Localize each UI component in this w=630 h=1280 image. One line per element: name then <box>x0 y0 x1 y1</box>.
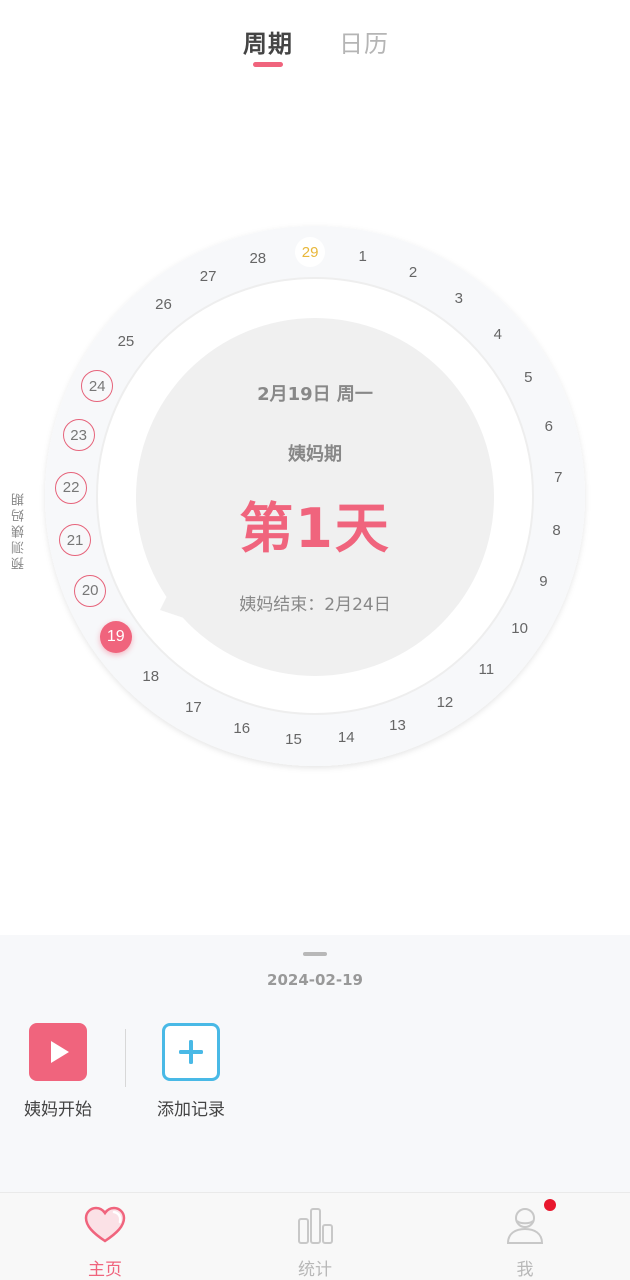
user-icon <box>506 1208 544 1244</box>
add-record-label: 添加记录 <box>157 1100 225 1120</box>
notification-dot <box>544 1199 556 1211</box>
nav-home-label: 主页 <box>88 1260 122 1280</box>
cycle-ring: 29 1 2 3 4 5 6 7 8 9 10 11 12 13 14 15 16 17 18 19 20 21 22 23 2… <box>0 0 630 900</box>
period-start-label: 姨妈开始 <box>24 1100 92 1120</box>
ring-day-16[interactable]: 16 <box>227 714 257 744</box>
drag-handle[interactable] <box>303 952 327 956</box>
bottom-navigation: 主页 统计 我 <box>0 1192 630 1280</box>
ring-day-22[interactable]: 22 <box>55 471 88 504</box>
bar-chart-icon <box>298 1208 333 1244</box>
ring-day-17[interactable]: 17 <box>178 693 208 723</box>
ring-day-8[interactable]: 8 <box>542 516 572 546</box>
nav-me-label: 我 <box>516 1260 534 1280</box>
ring-day-23[interactable]: 23 <box>62 419 95 452</box>
divider <box>125 1029 126 1087</box>
sheet-date: 2024-02-19 <box>267 971 363 989</box>
plus-icon <box>162 1023 220 1081</box>
center-summary: 2月19日 周一 姨妈期 第1天 姨妈结束：2月24日 <box>136 318 494 676</box>
ring-day-6[interactable]: 6 <box>534 411 564 441</box>
ring-day-12[interactable]: 12 <box>430 688 460 718</box>
add-record-button[interactable]: 添加记录 <box>141 1023 241 1120</box>
ring-day-20[interactable]: 20 <box>74 574 107 607</box>
period-start-button[interactable]: 姨妈开始 <box>8 1023 108 1120</box>
ring-day-14[interactable]: 14 <box>331 723 361 753</box>
bottom-sheet: 2024-02-19 姨妈开始 添加记录 <box>0 935 630 1193</box>
ring-day-28[interactable]: 28 <box>243 244 273 274</box>
ring-day-25[interactable]: 25 <box>111 327 141 357</box>
nav-stats[interactable]: 统计 <box>210 1193 420 1280</box>
ring-day-10[interactable]: 10 <box>505 614 535 644</box>
ring-day-1[interactable]: 1 <box>348 242 378 272</box>
nav-stats-label: 统计 <box>298 1260 332 1280</box>
ring-day-24[interactable]: 24 <box>81 370 114 403</box>
ring-day-9[interactable]: 9 <box>528 567 558 597</box>
ring-day-13[interactable]: 13 <box>383 711 413 741</box>
ring-day-29[interactable]: 29 <box>295 237 326 268</box>
ring-day-2[interactable]: 2 <box>398 258 428 288</box>
cycle-phase: 姨妈期 <box>288 444 342 465</box>
ring-day-3[interactable]: 3 <box>444 284 474 314</box>
cycle-day-count: 第1天 <box>239 497 391 560</box>
ring-day-27[interactable]: 27 <box>193 262 223 292</box>
ring-day-11[interactable]: 11 <box>471 655 501 685</box>
period-end-date: 姨妈结束：2月24日 <box>239 595 391 615</box>
ring-day-4[interactable]: 4 <box>483 319 513 349</box>
selected-date: 2月19日 周一 <box>257 384 373 405</box>
heart-icon <box>84 1206 126 1243</box>
ring-day-19[interactable]: 19 <box>99 620 132 653</box>
nav-home[interactable]: 主页 <box>0 1193 210 1280</box>
nav-me[interactable]: 我 <box>420 1193 630 1280</box>
predicted-period-label: 预测姨妈期 <box>12 490 27 570</box>
play-icon <box>29 1023 87 1081</box>
